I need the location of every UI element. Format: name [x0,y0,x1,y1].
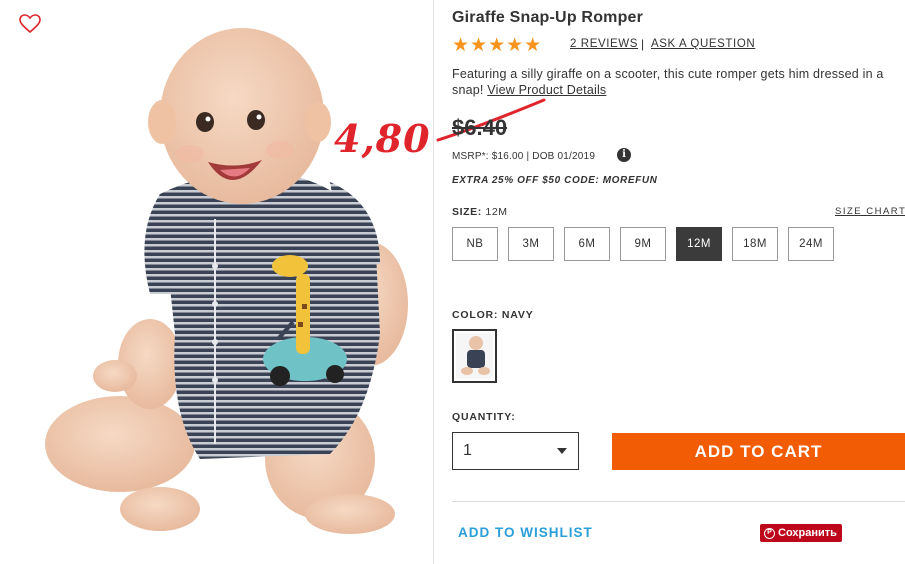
size-option-3m[interactable]: 3M [508,227,554,261]
pinterest-save-button[interactable]: P Сохранить [760,524,842,542]
size-option-24m[interactable]: 24M [788,227,834,261]
size-option-6m[interactable]: 6M [564,227,610,261]
size-option-9m[interactable]: 9M [620,227,666,261]
quantity-select[interactable]: 1 [452,432,579,470]
star-rating: ★★★★★ [452,35,543,56]
size-options: NB 3M 6M 9M 12M 18M 24M [452,227,834,261]
ask-question-link[interactable]: ASK A QUESTION [651,38,755,50]
add-to-wishlist-link[interactable]: ADD TO WISHLIST [458,525,593,540]
view-product-details-link[interactable]: View Product Details [487,83,606,97]
divider [452,501,905,502]
product-description: Featuring a silly giraffe on a scooter, … [452,66,892,98]
size-option-12m[interactable]: 12M [676,227,722,261]
chevron-down-icon [557,448,567,454]
add-to-cart-button[interactable]: ADD TO CART [612,433,905,470]
size-selected-value: 12M [485,206,508,218]
handwritten-price-annotation: 4,80 [334,116,431,161]
product-photo[interactable] [10,4,420,534]
promo-text: EXTRA 25% OFF $50 CODE: MOREFUN [452,175,658,186]
color-label: COLOR: NAVY [452,309,534,321]
reviews-link[interactable]: 2 REVIEWS [570,38,638,50]
product-title: Giraffe Snap-Up Romper [452,9,644,26]
pinterest-save-label: Сохранить [778,527,837,539]
quantity-value: 1 [463,442,472,459]
link-separator: | [641,37,645,51]
msrp-text: MSRP*: $16.00 | DOB 01/2019 [452,151,596,162]
size-chart-link[interactable]: SIZE CHART [835,206,905,217]
product-details-panel: Giraffe Snap-Up Romper ★★★★★ 2 REVIEWS |… [452,0,905,564]
quantity-label: QUANTITY: [452,411,516,423]
product-image-panel [0,0,434,564]
baby-romper-illustration [10,4,420,534]
info-icon[interactable]: i [617,148,631,162]
swatch-thumbnail [456,333,493,379]
pinterest-icon: P [764,527,775,539]
sale-price: $6.40 [452,115,508,140]
size-label-text: SIZE: [452,206,482,218]
size-label: SIZE: 12M [452,206,508,218]
favorite-heart-icon[interactable] [19,14,41,34]
size-option-nb[interactable]: NB [452,227,498,261]
color-swatch-navy[interactable] [452,329,497,383]
size-option-18m[interactable]: 18M [732,227,778,261]
